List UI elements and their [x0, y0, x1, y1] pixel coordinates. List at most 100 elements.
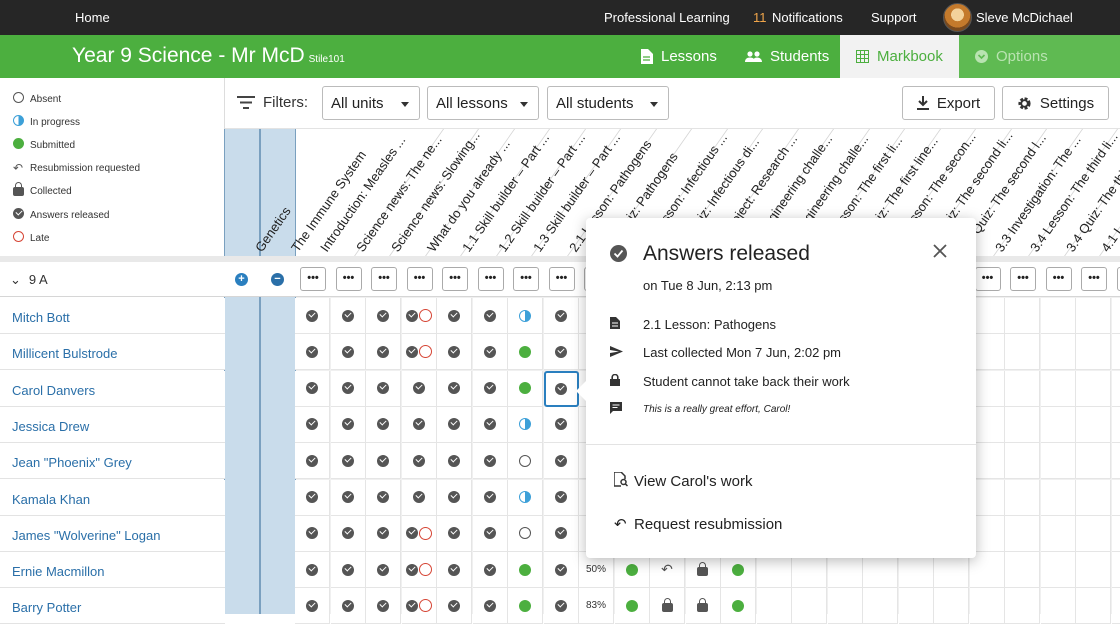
mark-cell[interactable]: [508, 298, 543, 334]
mark-cell[interactable]: [1112, 371, 1120, 407]
units-select[interactable]: All units: [322, 86, 420, 120]
mark-cell[interactable]: [331, 516, 366, 552]
close-icon[interactable]: [931, 242, 949, 260]
mark-cell[interactable]: [295, 588, 330, 624]
mark-cell[interactable]: [828, 588, 863, 624]
mark-cell[interactable]: [366, 552, 401, 588]
mark-cell[interactable]: [402, 334, 437, 370]
column-options-button[interactable]: •••: [336, 267, 362, 291]
mark-cell[interactable]: [1076, 443, 1111, 479]
mark-cell[interactable]: [1112, 588, 1120, 624]
mark-cell[interactable]: [1041, 516, 1076, 552]
lessons-select[interactable]: All lessons: [427, 86, 539, 120]
column-options-button[interactable]: •••: [371, 267, 397, 291]
column-options-button[interactable]: •••: [1046, 267, 1072, 291]
mark-cell[interactable]: [721, 588, 756, 624]
mark-cell[interactable]: [1041, 588, 1076, 624]
mark-cell[interactable]: [295, 552, 330, 588]
mark-cell[interactable]: [366, 371, 401, 407]
mark-cell[interactable]: [757, 588, 792, 624]
mark-cell[interactable]: [899, 588, 934, 624]
view-work-button[interactable]: View Carol's work: [614, 472, 752, 491]
mark-cell[interactable]: [970, 588, 1005, 624]
support-link[interactable]: Support: [871, 10, 917, 25]
mark-cell[interactable]: [508, 407, 543, 443]
request-resubmission-button[interactable]: ↶ Request resubmission: [614, 515, 782, 533]
mark-cell[interactable]: [366, 407, 401, 443]
professional-learning-link[interactable]: Professional Learning: [604, 10, 730, 25]
mark-cell[interactable]: [295, 516, 330, 552]
mark-cell[interactable]: [1005, 371, 1040, 407]
mark-cell[interactable]: [1076, 516, 1111, 552]
column-options-button[interactable]: •••: [513, 267, 539, 291]
mark-cell[interactable]: [1076, 480, 1111, 516]
column-options-button[interactable]: •••: [478, 267, 504, 291]
mark-cell[interactable]: [437, 552, 472, 588]
student-name[interactable]: Jessica Drew: [0, 407, 225, 443]
mark-cell[interactable]: [1112, 480, 1120, 516]
mark-cell[interactable]: [331, 407, 366, 443]
mark-cell[interactable]: [366, 443, 401, 479]
column-options-button[interactable]: •••: [407, 267, 433, 291]
mark-cell[interactable]: [508, 516, 543, 552]
mark-cell[interactable]: [402, 298, 437, 334]
mark-cell[interactable]: [331, 371, 366, 407]
mark-cell[interactable]: [508, 552, 543, 588]
mark-cell[interactable]: [295, 298, 330, 334]
mark-cell[interactable]: [473, 516, 508, 552]
mark-cell[interactable]: [544, 334, 579, 370]
mark-cell[interactable]: [934, 588, 969, 624]
mark-cell[interactable]: [544, 407, 579, 443]
column-options-button[interactable]: •••: [1117, 267, 1120, 291]
avatar[interactable]: [943, 3, 972, 32]
student-name[interactable]: James "Wolverine" Logan: [0, 516, 225, 552]
mark-cell[interactable]: [473, 334, 508, 370]
notifications-link[interactable]: Notifications: [772, 10, 843, 25]
mark-cell[interactable]: [366, 298, 401, 334]
mark-cell[interactable]: [1076, 588, 1111, 624]
mark-cell[interactable]: [473, 480, 508, 516]
settings-button[interactable]: Settings: [1002, 86, 1109, 120]
mark-cell[interactable]: [473, 371, 508, 407]
mark-cell[interactable]: [295, 334, 330, 370]
mark-cell[interactable]: [473, 407, 508, 443]
tab-students[interactable]: Students: [745, 35, 837, 78]
mark-cell[interactable]: [331, 588, 366, 624]
mark-cell[interactable]: [1112, 334, 1120, 370]
mark-cell[interactable]: [1041, 334, 1076, 370]
mark-cell[interactable]: [1041, 443, 1076, 479]
mark-cell[interactable]: [473, 588, 508, 624]
tab-markbook[interactable]: Markbook: [840, 35, 959, 78]
collapse-unit-icon[interactable]: −: [271, 273, 284, 286]
mark-cell[interactable]: [402, 480, 437, 516]
mark-cell[interactable]: [1112, 298, 1120, 334]
column-options-button[interactable]: •••: [1010, 267, 1036, 291]
mark-cell[interactable]: [544, 443, 579, 479]
mark-cell[interactable]: [437, 443, 472, 479]
mark-cell[interactable]: [1041, 371, 1076, 407]
mark-cell[interactable]: [1005, 516, 1040, 552]
mark-cell[interactable]: [1005, 480, 1040, 516]
user-name[interactable]: Sleve McDichael: [976, 10, 1073, 25]
mark-cell[interactable]: [544, 371, 579, 407]
mark-cell[interactable]: [1112, 516, 1120, 552]
mark-cell[interactable]: [508, 480, 543, 516]
mark-cell[interactable]: [544, 552, 579, 588]
student-name[interactable]: Mitch Bott: [0, 298, 225, 334]
mark-cell[interactable]: [1076, 334, 1111, 370]
mark-cell[interactable]: [1041, 407, 1076, 443]
mark-cell[interactable]: [970, 552, 1005, 588]
mark-cell[interactable]: [544, 298, 579, 334]
mark-cell[interactable]: [437, 588, 472, 624]
mark-cell[interactable]: [402, 371, 437, 407]
mark-cell[interactable]: [1112, 552, 1120, 588]
column-options-button[interactable]: •••: [549, 267, 575, 291]
mark-cell[interactable]: [1005, 552, 1040, 588]
mark-cell[interactable]: [295, 371, 330, 407]
mark-cell[interactable]: [366, 588, 401, 624]
mark-cell[interactable]: [402, 552, 437, 588]
mark-cell[interactable]: [402, 443, 437, 479]
mark-cell[interactable]: [1041, 480, 1076, 516]
mark-cell[interactable]: [473, 443, 508, 479]
mark-cell[interactable]: [792, 588, 827, 624]
